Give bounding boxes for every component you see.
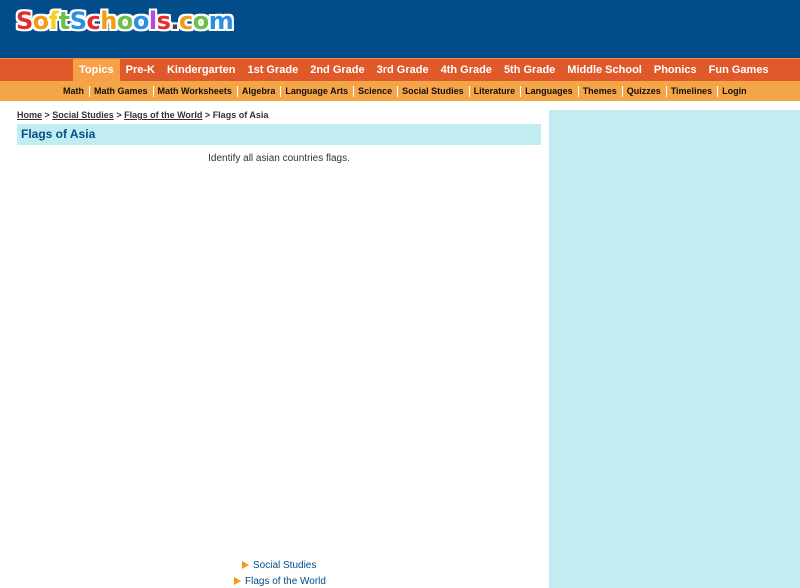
main-content — [10, 101, 546, 588]
subnav-language-arts[interactable]: Language Arts — [280, 81, 353, 101]
related-link-social-studies[interactable]: Social Studies — [242, 560, 316, 571]
nav-5th-grade[interactable]: 5th Grade — [498, 59, 561, 81]
page-title: Flags of Asia — [21, 127, 96, 141]
subnav-languages[interactable]: Languages — [520, 81, 578, 101]
subnav-timelines[interactable]: Timelines — [665, 81, 717, 101]
page-title-bar: Flags of Asia — [17, 124, 541, 145]
subnav-literature[interactable]: Literature — [468, 81, 521, 101]
subnav-math[interactable]: Math — [58, 81, 89, 101]
logo-letter: o — [132, 7, 150, 35]
logo-letter: h — [100, 7, 117, 35]
nav-fun-games[interactable]: Fun Games — [703, 59, 775, 81]
breadcrumb-home[interactable]: Home — [17, 110, 42, 120]
logo-letter: S — [69, 7, 87, 35]
logo-letter: m — [208, 7, 234, 35]
page-description: Identify all asian countries flags. — [208, 153, 350, 164]
breadcrumb-separator: > — [113, 110, 125, 120]
nav-3rd-grade[interactable]: 3rd Grade — [371, 59, 435, 81]
logo-letter: f — [48, 7, 59, 35]
subnav-social-studies[interactable]: Social Studies — [397, 81, 469, 101]
sidebar-ad-area — [549, 110, 800, 588]
nav-4th-grade[interactable]: 4th Grade — [435, 59, 498, 81]
nav-middle-school[interactable]: Middle School — [561, 59, 648, 81]
logo-letter: o — [116, 7, 134, 35]
related-link-label: Flags of the World — [245, 576, 326, 587]
logo-letter: o — [192, 7, 210, 35]
secondary-nav: Math Math Games Math Worksheets Algebra … — [0, 81, 800, 101]
nav-pre-k[interactable]: Pre-K — [120, 59, 161, 81]
logo-letter: c — [179, 7, 193, 35]
breadcrumb-social-studies[interactable]: Social Studies — [52, 110, 114, 120]
nav-kindergarten[interactable]: Kindergarten — [161, 59, 241, 81]
nav-1st-grade[interactable]: 1st Grade — [241, 59, 304, 81]
site-header: SoftSchools.com — [0, 0, 800, 58]
logo-letter: t — [58, 7, 70, 35]
subnav-math-worksheets[interactable]: Math Worksheets — [152, 81, 237, 101]
logo-letter: . — [170, 7, 180, 35]
arrow-right-icon — [242, 561, 249, 570]
subnav-math-games[interactable]: Math Games — [89, 81, 153, 101]
nav-phonics[interactable]: Phonics — [648, 59, 703, 81]
softschools-logo[interactable]: SoftSchools.com — [16, 7, 234, 35]
breadcrumb-separator: > — [202, 110, 213, 120]
nav-topics[interactable]: Topics — [73, 59, 120, 81]
subnav-science[interactable]: Science — [353, 81, 397, 101]
arrow-right-icon — [234, 577, 241, 586]
related-link-flags-of-the-world[interactable]: Flags of the World — [234, 576, 326, 587]
logo-letter: o — [32, 7, 50, 35]
subnav-themes[interactable]: Themes — [577, 81, 622, 101]
nav-2nd-grade[interactable]: 2nd Grade — [304, 59, 370, 81]
primary-nav: Topics Pre-K Kindergarten 1st Grade 2nd … — [0, 58, 800, 81]
subnav-quizzes[interactable]: Quizzes — [621, 81, 666, 101]
logo-letter: c — [86, 7, 101, 35]
logo-letter: l — [148, 7, 157, 35]
related-link-label: Social Studies — [253, 560, 317, 571]
logo-letter: s — [156, 7, 171, 35]
breadcrumb-current: Flags of Asia — [212, 110, 269, 120]
breadcrumb: Home > Social Studies > Flags of the Wor… — [17, 110, 268, 120]
breadcrumb-separator: > — [42, 110, 53, 120]
subnav-algebra[interactable]: Algebra — [236, 81, 281, 101]
logo-letter: S — [16, 7, 33, 35]
subnav-login[interactable]: Login — [717, 81, 752, 101]
breadcrumb-flags-of-the-world[interactable]: Flags of the World — [124, 110, 202, 120]
